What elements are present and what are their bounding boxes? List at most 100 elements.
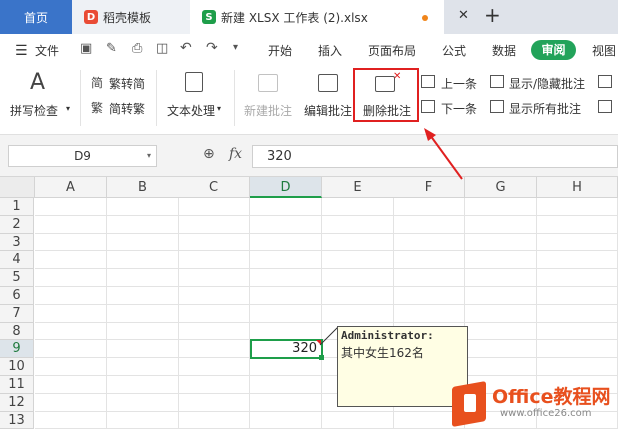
more-ribbon-icon[interactable] <box>598 75 612 88</box>
cell[interactable] <box>322 269 394 287</box>
cell[interactable] <box>537 251 618 270</box>
cell[interactable] <box>107 215 179 234</box>
cell[interactable] <box>35 287 107 305</box>
tab-docer[interactable]: D 稻壳模板 <box>72 0 190 34</box>
cell[interactable] <box>465 304 537 323</box>
cell[interactable] <box>250 215 322 234</box>
cell[interactable] <box>322 287 394 305</box>
row-header-8[interactable]: 8 <box>0 322 34 341</box>
cell[interactable] <box>537 269 618 287</box>
edit-comment-button[interactable]: 编辑批注 <box>302 70 356 124</box>
cell[interactable] <box>537 340 618 359</box>
menu-data[interactable]: 数据 <box>492 42 516 59</box>
cell[interactable] <box>465 340 537 359</box>
cell[interactable] <box>178 340 250 359</box>
cell[interactable] <box>393 251 465 270</box>
row-header-3[interactable]: 3 <box>0 233 34 252</box>
delete-comment-button[interactable]: ✕ 删除批注 <box>353 68 419 122</box>
cell[interactable] <box>250 269 322 287</box>
cell[interactable] <box>178 198 250 216</box>
hamburger-icon[interactable]: ☰ <box>15 43 28 59</box>
cell[interactable] <box>178 322 250 341</box>
close-tab-icon[interactable]: ✕ <box>458 8 469 23</box>
cell[interactable] <box>465 287 537 305</box>
new-tab-button[interactable]: + <box>484 3 501 27</box>
cell[interactable] <box>107 304 179 323</box>
cell[interactable] <box>465 322 537 341</box>
cell[interactable] <box>393 304 465 323</box>
zoom-icon[interactable]: ⊕ <box>203 146 215 162</box>
cell[interactable] <box>250 411 322 430</box>
to-simplified-button[interactable]: 繁 简转繁 <box>91 99 151 117</box>
cell[interactable] <box>107 322 179 341</box>
column-header-E[interactable]: E <box>322 177 394 198</box>
cell[interactable] <box>178 287 250 305</box>
cell[interactable] <box>35 269 107 287</box>
cell[interactable] <box>250 322 322 341</box>
new-comment-button[interactable]: 新建批注 <box>242 70 296 124</box>
cell[interactable] <box>178 376 250 394</box>
fx-icon[interactable]: fx <box>229 146 242 162</box>
cell[interactable] <box>35 411 107 430</box>
text-processing-button[interactable]: 文本处理 ▾ <box>165 70 227 124</box>
menu-start[interactable]: 开始 <box>268 42 292 59</box>
tab-file[interactable]: S 新建 XLSX 工作表 (2).xlsx <box>190 0 444 34</box>
format-painter-icon[interactable]: ✎ <box>106 41 117 56</box>
selected-cell-d9[interactable]: 320 <box>250 339 323 360</box>
cell[interactable] <box>322 304 394 323</box>
cell[interactable] <box>393 215 465 234</box>
print-icon[interactable]: ⎙ <box>132 41 142 56</box>
cell[interactable] <box>393 269 465 287</box>
row-header-5[interactable]: 5 <box>0 269 34 287</box>
show-all-comments-button[interactable]: 显示所有批注 <box>490 99 590 117</box>
column-header-D[interactable]: D <box>250 177 322 198</box>
cell[interactable] <box>35 376 107 394</box>
quick-access-chevron-icon[interactable]: ▾ <box>233 42 238 53</box>
column-header-H[interactable]: H <box>537 177 618 198</box>
undo-icon[interactable]: ↶ <box>180 40 192 56</box>
cell[interactable] <box>250 304 322 323</box>
cell[interactable] <box>393 198 465 216</box>
cell[interactable] <box>465 251 537 270</box>
menu-view[interactable]: 视图 <box>592 42 616 59</box>
menu-review[interactable]: 审阅 <box>531 40 576 60</box>
name-box[interactable]: D9 ▾ <box>8 145 157 167</box>
redo-icon[interactable]: ↷ <box>206 40 218 56</box>
column-header-B[interactable]: B <box>107 177 179 198</box>
row-header-4[interactable]: 4 <box>0 251 34 270</box>
cell[interactable] <box>393 287 465 305</box>
cell[interactable] <box>178 358 250 376</box>
to-traditional-button[interactable]: 简 繁转简 <box>91 74 151 92</box>
menu-formula[interactable]: 公式 <box>442 42 466 59</box>
cell[interactable] <box>537 287 618 305</box>
cell[interactable] <box>465 215 537 234</box>
cell[interactable] <box>322 215 394 234</box>
cell[interactable] <box>322 198 394 216</box>
cell[interactable] <box>35 340 107 359</box>
cell[interactable] <box>537 233 618 252</box>
menu-file[interactable]: 文件 <box>35 42 59 59</box>
cell[interactable] <box>250 233 322 252</box>
row-header-1[interactable]: 1 <box>0 198 34 216</box>
cell[interactable] <box>537 198 618 216</box>
row-header-10[interactable]: 10 <box>0 358 34 376</box>
select-all-corner[interactable] <box>0 177 35 198</box>
more-ribbon-icon[interactable] <box>598 100 612 113</box>
cell[interactable] <box>35 233 107 252</box>
tab-home[interactable]: 首页 <box>0 0 72 34</box>
cell[interactable] <box>178 215 250 234</box>
column-header-A[interactable]: A <box>35 177 107 198</box>
menu-page-layout[interactable]: 页面布局 <box>368 42 416 59</box>
column-header-C[interactable]: C <box>178 177 250 198</box>
spell-check-button[interactable]: A 拼写检查 ▾ <box>10 70 74 124</box>
row-header-13[interactable]: 13 <box>0 411 34 430</box>
cell[interactable] <box>107 287 179 305</box>
cell[interactable] <box>107 233 179 252</box>
comment-box[interactable]: Administrator: 其中女生162名 <box>337 326 468 407</box>
cell[interactable] <box>250 287 322 305</box>
column-header-G[interactable]: G <box>465 177 537 198</box>
cell[interactable] <box>178 233 250 252</box>
cell[interactable] <box>107 251 179 270</box>
menu-insert[interactable]: 插入 <box>318 42 342 59</box>
cell[interactable] <box>393 233 465 252</box>
